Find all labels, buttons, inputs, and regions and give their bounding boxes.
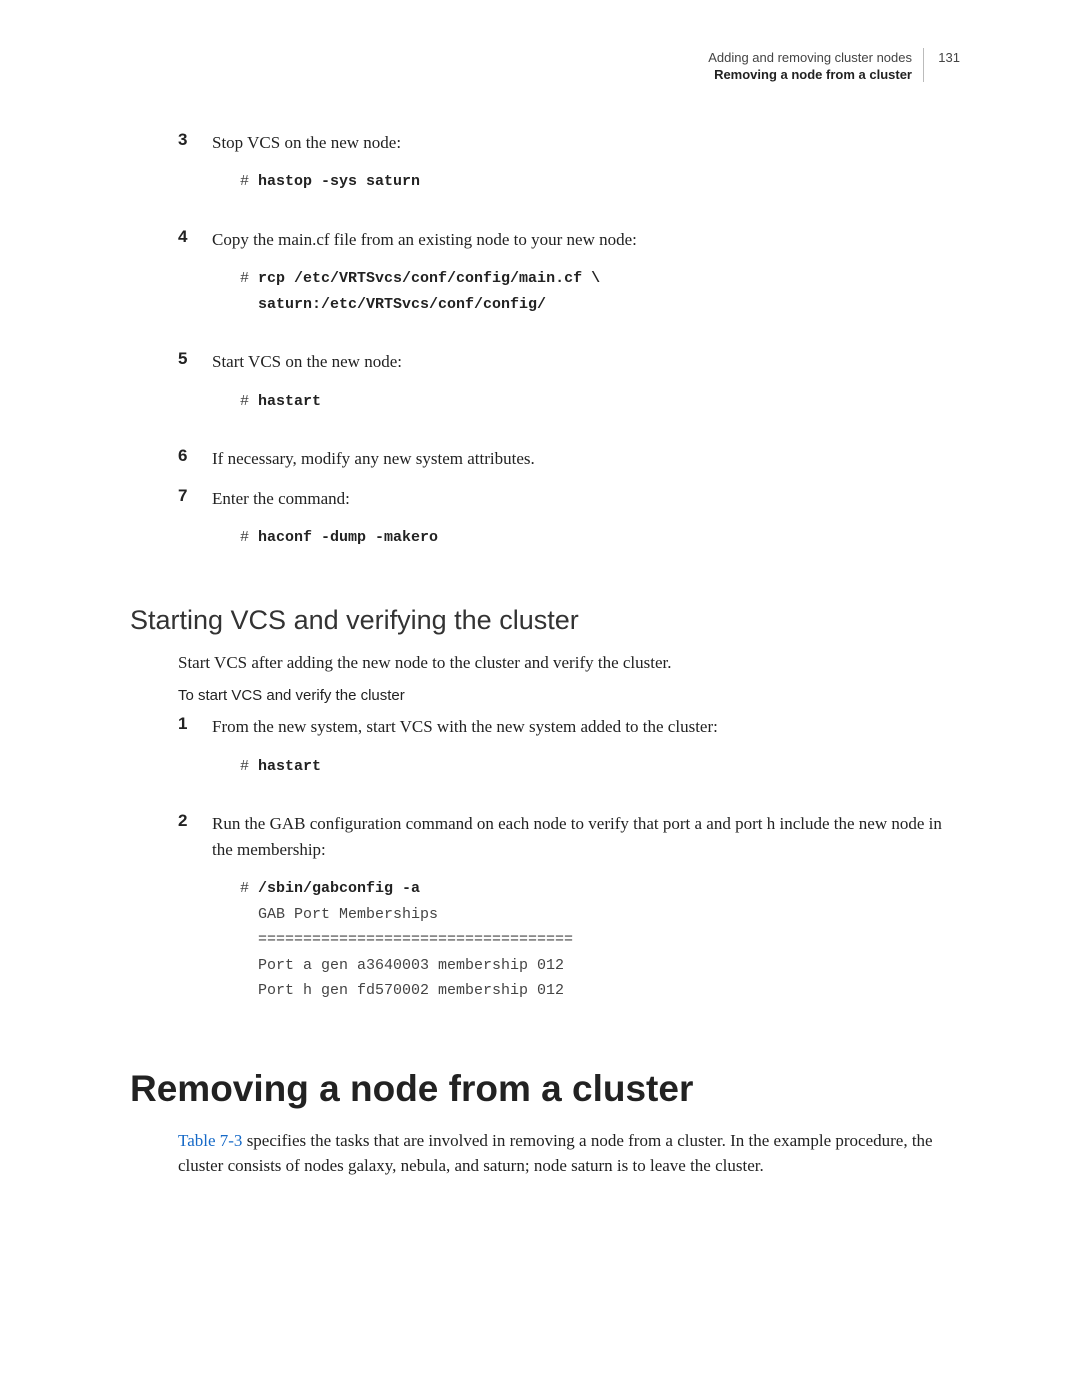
- code-cmd: rcp /etc/VRTSvcs/conf/config/main.cf \: [258, 270, 600, 287]
- code-prompt: #: [240, 529, 258, 546]
- step-body: Start VCS on the new node: # hastart: [212, 349, 960, 432]
- header-section: Removing a node from a cluster: [130, 67, 912, 84]
- step-number: 6: [178, 446, 212, 472]
- step-2: 2 Run the GAB configuration command on e…: [178, 811, 960, 1022]
- step-body: From the new system, start VCS with the …: [212, 714, 960, 797]
- code-block: # hastop -sys saturn: [240, 169, 960, 195]
- step-body: Copy the main.cf file from an existing n…: [212, 227, 960, 336]
- code-cmd: hastart: [258, 758, 321, 775]
- code-cmd: hastop -sys saturn: [258, 173, 420, 190]
- page-number: 131: [928, 50, 960, 67]
- step-text: Enter the command:: [212, 489, 350, 508]
- step-text: Stop VCS on the new node:: [212, 133, 401, 152]
- code-cmd: hastart: [258, 393, 321, 410]
- code-block: # rcp /etc/VRTSvcs/conf/config/main.cf \…: [240, 266, 960, 317]
- section-heading-starting-vcs: Starting VCS and verifying the cluster: [130, 605, 960, 636]
- step-number: 7: [178, 486, 212, 569]
- step-3: 3 Stop VCS on the new node: # hastop -sy…: [178, 130, 960, 213]
- step-number: 4: [178, 227, 212, 336]
- code-block: # hastart: [240, 389, 960, 415]
- code-cmd: saturn:/etc/VRTSvcs/conf/config/: [258, 296, 546, 313]
- procedure-subhead: To start VCS and verify the cluster: [178, 687, 960, 704]
- header-divider: [923, 48, 924, 82]
- code-prompt: #: [240, 270, 258, 287]
- code-cmd: /sbin/gabconfig -a: [258, 880, 420, 897]
- code-output: GAB Port Memberships ===================…: [240, 906, 573, 1000]
- lower-step-list: 1 From the new system, start VCS with th…: [178, 714, 960, 1022]
- main-para-text: specifies the tasks that are involved in…: [178, 1131, 933, 1176]
- step-text: Copy the main.cf file from an existing n…: [212, 230, 637, 249]
- code-prompt: #: [240, 880, 258, 897]
- page-header: Adding and removing cluster nodes Removi…: [130, 50, 960, 84]
- step-6: 6 If necessary, modify any new system at…: [178, 446, 960, 472]
- code-prompt: #: [240, 173, 258, 190]
- step-number: 1: [178, 714, 212, 797]
- code-block: # haconf -dump -makero: [240, 525, 960, 551]
- step-text: From the new system, start VCS with the …: [212, 717, 718, 736]
- section-intro: Start VCS after adding the new node to t…: [178, 650, 960, 676]
- step-1: 1 From the new system, start VCS with th…: [178, 714, 960, 797]
- step-text: Run the GAB configuration command on eac…: [212, 814, 942, 859]
- main-heading-removing-node: Removing a node from a cluster: [130, 1068, 960, 1110]
- code-block: # hastart: [240, 754, 960, 780]
- step-number: 3: [178, 130, 212, 213]
- step-body: Stop VCS on the new node: # hastop -sys …: [212, 130, 960, 213]
- step-number: 5: [178, 349, 212, 432]
- step-text: Start VCS on the new node:: [212, 352, 402, 371]
- table-link[interactable]: Table 7-3: [178, 1131, 242, 1150]
- main-paragraph: Table 7-3 specifies the tasks that are i…: [178, 1128, 960, 1179]
- code-prompt: #: [240, 393, 258, 410]
- upper-step-list: 3 Stop VCS on the new node: # hastop -sy…: [178, 130, 960, 569]
- step-body: Run the GAB configuration command on eac…: [212, 811, 960, 1022]
- step-5: 5 Start VCS on the new node: # hastart: [178, 349, 960, 432]
- header-chapter: Adding and removing cluster nodes: [130, 50, 912, 67]
- code-prompt: #: [240, 758, 258, 775]
- step-body: Enter the command: # haconf -dump -maker…: [212, 486, 960, 569]
- code-cmd: haconf -dump -makero: [258, 529, 438, 546]
- code-prompt: [240, 296, 258, 313]
- step-7: 7 Enter the command: # haconf -dump -mak…: [178, 486, 960, 569]
- step-text: If necessary, modify any new system attr…: [212, 449, 535, 468]
- step-4: 4 Copy the main.cf file from an existing…: [178, 227, 960, 336]
- step-body: If necessary, modify any new system attr…: [212, 446, 960, 472]
- code-block: # /sbin/gabconfig -a GAB Port Membership…: [240, 876, 960, 1004]
- step-number: 2: [178, 811, 212, 1022]
